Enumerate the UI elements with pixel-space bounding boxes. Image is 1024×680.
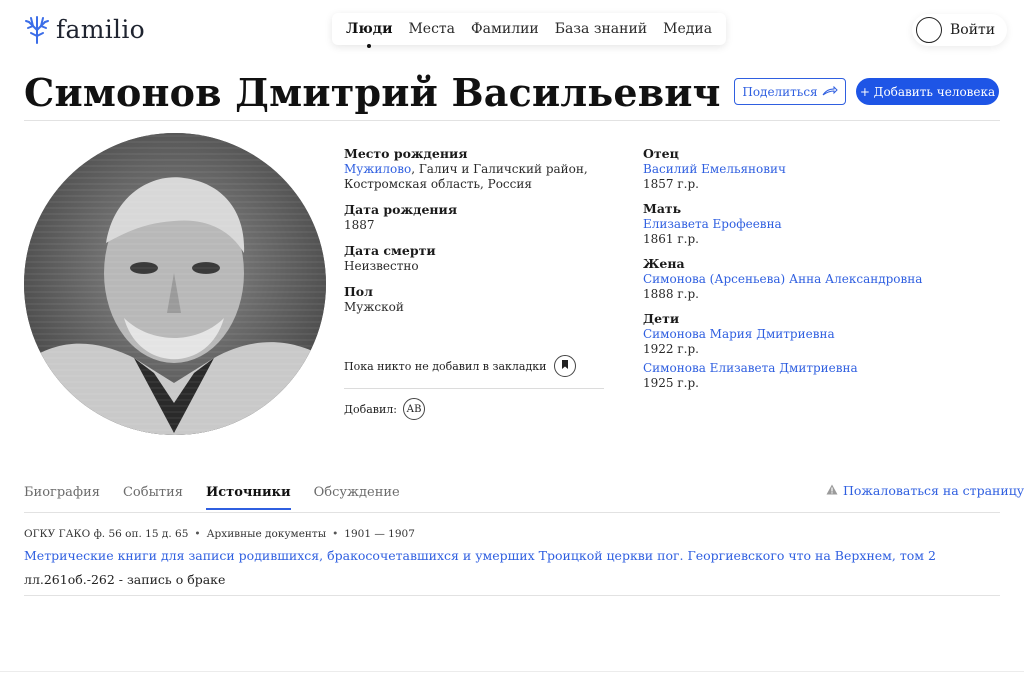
person-facts: Место рождения Мужилово, Галич и Галичск… (344, 146, 604, 325)
bookmark-icon (560, 359, 570, 373)
child-item: Симонова Елизавета Дмитриевна 1925 г.р. (643, 361, 1003, 390)
login-label: Войти (950, 22, 996, 38)
share-button-label: Поделиться (742, 84, 818, 99)
tree-logo-icon (24, 14, 50, 44)
source-meta: ОГКУ ГАКО ф. 56 оп. 15 д. 65 • Архивные … (24, 528, 415, 540)
relation-year: 1861 г.р. (643, 232, 699, 246)
source-note: лл.261об.-262 - запись о браке (24, 572, 226, 587)
fact-value: Неизвестно (344, 259, 419, 273)
child-item: Симонова Мария Дмитриевна 1922 г.р. (643, 327, 1003, 356)
fact-label: Пол (344, 284, 373, 299)
logo[interactable]: familio (24, 14, 145, 44)
author-avatar[interactable]: АВ (402, 398, 425, 420)
added-by: Добавил: АВ (344, 398, 425, 420)
top-bar: familio Люди Места Фамилии База знаний М… (0, 0, 1024, 62)
divider (344, 388, 604, 389)
fact-label: Дата рождения (344, 202, 458, 217)
nav-item-places[interactable]: Места (408, 21, 455, 37)
warning-icon (826, 483, 838, 498)
wife: Жена Симонова (Арсеньева) Анна Александр… (643, 256, 1003, 301)
relation-label: Жена (643, 256, 685, 271)
add-person-button[interactable]: + Добавить человека (856, 78, 999, 105)
share-button[interactable]: Поделиться (734, 78, 846, 105)
page-title: Симонов Дмитрий Васильевич (24, 70, 721, 115)
birth-date: Дата рождения 1887 (344, 202, 604, 233)
nav-item-knowledge-base[interactable]: База знаний (555, 21, 647, 37)
source-type: Архивные документы (206, 528, 327, 540)
separator-dot: • (194, 528, 201, 540)
source-title-link[interactable]: Метрические книги для записи родившихся,… (24, 548, 936, 563)
nav-item-surnames[interactable]: Фамилии (471, 21, 539, 37)
relation-year: 1857 г.р. (643, 177, 699, 191)
relation-year: 1922 г.р. (643, 342, 699, 356)
report-label: Пожаловаться на страницу (843, 483, 1024, 498)
father: Отец Василий Емельянович 1857 г.р. (643, 146, 1003, 191)
tab-biography[interactable]: Биография (24, 485, 100, 510)
source-archive: ОГКУ ГАКО ф. 56 оп. 15 д. 65 (24, 528, 189, 540)
bookmark-button[interactable] (554, 355, 577, 377)
mother: Мать Елизавета Ерофеевна 1861 г.р. (643, 201, 1003, 246)
relation-label: Отец (643, 146, 679, 161)
divider (24, 512, 1000, 513)
father-link[interactable]: Василий Емельянович (643, 162, 1003, 177)
child-link[interactable]: Симонова Елизавета Дмитриевна (643, 361, 1003, 376)
share-arrow-icon (822, 85, 838, 99)
divider (24, 595, 1000, 596)
added-by-label: Добавил: (344, 402, 397, 416)
fact-value: 1887 (344, 218, 375, 232)
birth-place: Место рождения Мужилово, Галич и Галичск… (344, 146, 604, 192)
tab-sources[interactable]: Источники (205, 485, 291, 510)
user-avatar-icon (916, 17, 942, 43)
logo-text: familio (56, 14, 146, 44)
separator-dot: • (332, 528, 339, 540)
main-nav: Люди Места Фамилии База знаний Медиа (332, 13, 727, 48)
relation-label: Мать (643, 201, 682, 216)
death-date: Дата смерти Неизвестно (344, 243, 604, 274)
fact-value: Мужилово, Галич и Галичский район, Костр… (344, 162, 604, 192)
report-page-link[interactable]: Пожаловаться на страницу (826, 483, 1024, 498)
birth-place-link[interactable]: Мужилово (344, 162, 411, 176)
fact-label: Место рождения (344, 146, 468, 161)
content-tabs: Биография События Источники Обсуждение (24, 485, 400, 510)
nav-item-label: Люди (346, 21, 393, 37)
mother-link[interactable]: Елизавета Ерофеевна (643, 217, 1003, 232)
active-indicator (367, 44, 372, 48)
gender: Пол Мужской (344, 284, 604, 315)
login-button[interactable]: Войти (912, 14, 1008, 46)
wife-link[interactable]: Симонова (Арсеньева) Анна Александровна (643, 272, 1003, 287)
divider (24, 120, 1000, 121)
child-link[interactable]: Симонова Мария Дмитриевна (643, 327, 1003, 342)
tab-events[interactable]: События (123, 485, 183, 510)
source-years: 1901 — 1907 (344, 528, 415, 540)
relation-year: 1888 г.р. (643, 287, 699, 301)
fact-label: Дата смерти (344, 243, 436, 258)
relation-year: 1925 г.р. (643, 376, 699, 390)
relation-label: Дети (643, 311, 680, 326)
fact-value: Мужской (344, 300, 404, 314)
children: Дети Симонова Мария Дмитриевна 1922 г.р.… (643, 311, 1003, 390)
nav-item-media[interactable]: Медиа (663, 21, 712, 37)
nav-item-people[interactable]: Люди (346, 21, 393, 48)
bookmarks-row: Пока никто не добавил в закладки (344, 355, 604, 377)
family-column: Отец Василий Емельянович 1857 г.р. Мать … (643, 146, 1003, 400)
tab-discussion[interactable]: Обсуждение (314, 485, 400, 510)
divider (0, 671, 1024, 672)
person-photo[interactable] (24, 133, 326, 435)
bookmarks-text: Пока никто не добавил в закладки (344, 359, 547, 373)
